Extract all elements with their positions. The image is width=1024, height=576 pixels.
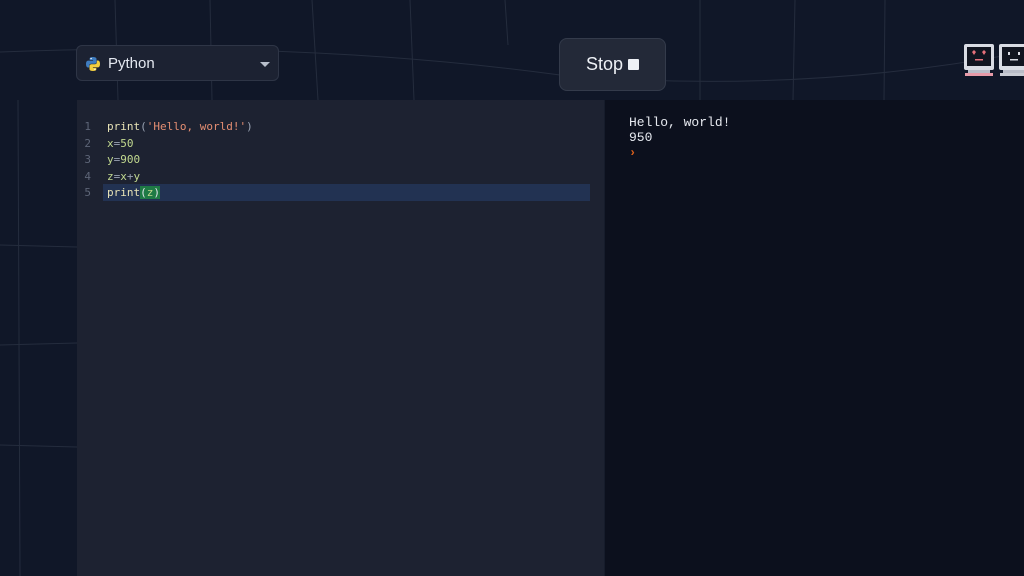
- code-token: ): [246, 120, 253, 133]
- code-token: 'Hello, world!': [146, 120, 247, 133]
- line-code: x=50: [107, 135, 134, 152]
- line-number: 4: [84, 169, 91, 183]
- console-prompt-icon: ›: [629, 146, 637, 160]
- code-token: y: [133, 169, 141, 183]
- line-number: 3: [84, 153, 91, 166]
- python-icon: [86, 57, 100, 71]
- code-token: x: [107, 136, 114, 150]
- stop-square-icon: [628, 59, 640, 70]
- code-token: +: [126, 169, 134, 183]
- code-token: 50: [120, 136, 134, 150]
- line-code: y=900: [107, 151, 140, 168]
- active-line-highlight: [103, 184, 590, 201]
- code-token: x: [120, 169, 127, 183]
- chevron-down-icon: [260, 62, 270, 67]
- line-number: 2: [84, 136, 91, 150]
- stop-button-label: Stop: [585, 54, 624, 74]
- code-token: print: [107, 120, 141, 133]
- heart-eyes-computer-icon[interactable]: [962, 43, 996, 79]
- console-output-line: Hello, world!: [629, 115, 731, 130]
- code-editor[interactable]: 1 print('Hello, world!') 2 x=50 3 y=900 4 z=x+y…: [77, 100, 604, 576]
- output-console[interactable]: Hello, world! 950 ›: [604, 100, 1024, 576]
- code-token: y: [107, 153, 114, 166]
- code-token: (: [140, 120, 147, 133]
- code-token: (: [140, 186, 147, 199]
- line-code: print(z): [107, 184, 160, 201]
- code-token: 900: [120, 153, 141, 166]
- code-token: z: [107, 169, 114, 183]
- language-label: Python: [108, 55, 155, 72]
- stop-button[interactable]: Stop: [559, 38, 666, 91]
- line-number: 5: [84, 186, 91, 199]
- neutral-face-computer-icon[interactable]: [997, 43, 1024, 79]
- line-code: z=x+y: [107, 168, 140, 185]
- code-token: ): [153, 186, 160, 199]
- line-number: 1: [84, 120, 91, 133]
- language-select[interactable]: Python: [76, 45, 279, 81]
- code-token: print: [107, 186, 141, 199]
- console-output-line: 950: [629, 130, 653, 145]
- line-code: print('Hello, world!'): [107, 118, 253, 135]
